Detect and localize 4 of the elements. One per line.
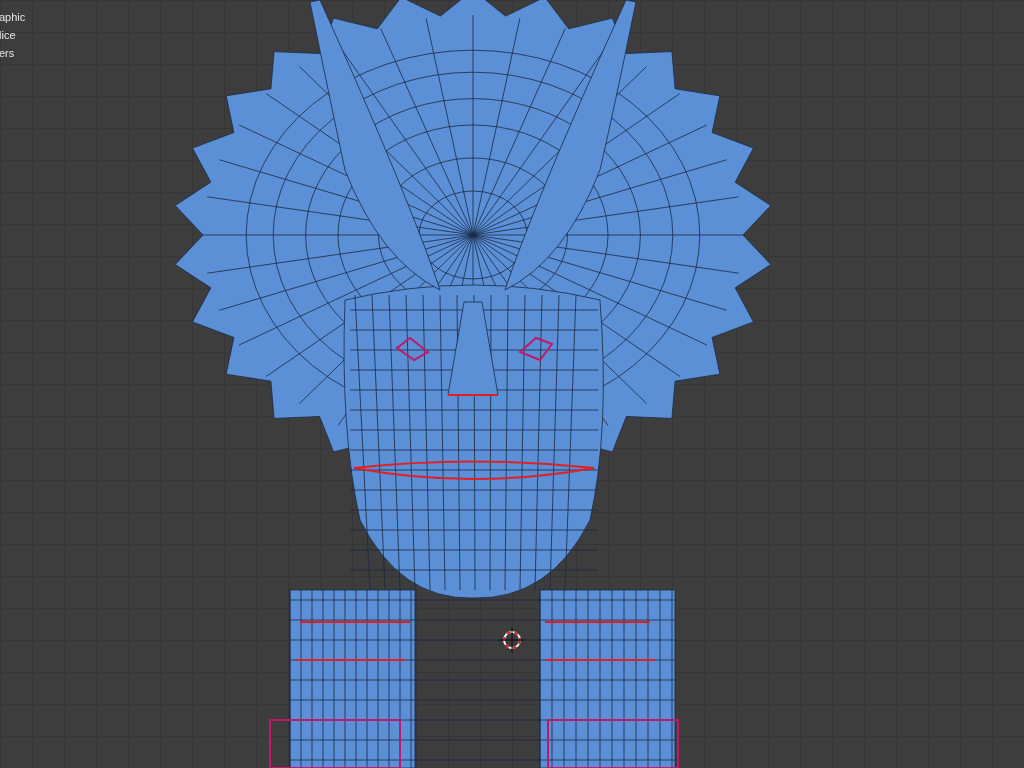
overlay-text: aphic — [0, 10, 26, 25]
crosshair-icon — [499, 627, 525, 653]
overlay-text: lice — [0, 28, 17, 43]
overlay-text: ers — [0, 46, 16, 61]
